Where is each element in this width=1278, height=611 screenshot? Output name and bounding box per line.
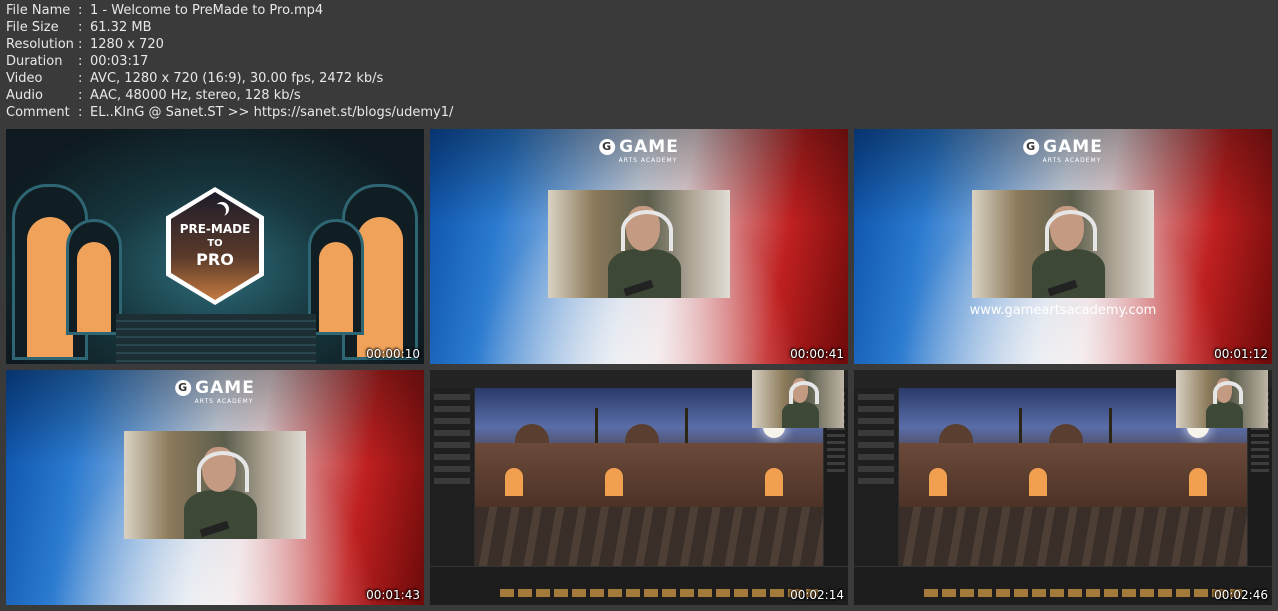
info-row-duration: Duration:00:03:17 <box>6 53 453 70</box>
logo-subtitle: ARTS ACADEMY <box>194 398 254 405</box>
info-value: 1280 x 720 <box>90 37 164 52</box>
game-logo-icon: G <box>1023 139 1040 155</box>
logo-subtitle: ARTS ACADEMY <box>618 157 678 164</box>
info-separator: : <box>78 54 83 69</box>
game-arts-logo: G GAME ARTS ACADEMY <box>175 378 255 405</box>
instructor-figure <box>782 373 820 428</box>
logo-word: GAME <box>619 137 679 157</box>
info-value: AVC, 1280 x 720 (16:9), 30.00 fps, 2472 … <box>90 71 384 86</box>
webcam-feed <box>124 431 306 539</box>
info-separator: : <box>78 3 83 18</box>
game-arts-logo: G GAME ARTS ACADEMY <box>1023 137 1103 164</box>
thumbnail-premade-title[interactable]: PRE-MADE TO PRO 00:00:10 <box>6 129 424 364</box>
logo-line-3: PRO <box>196 250 234 269</box>
info-separator: : <box>78 20 83 35</box>
info-row-resolution: Resolution:1280 x 720 <box>6 36 453 53</box>
webcam-overlay <box>1176 370 1268 428</box>
info-row-comment: Comment: EL..KInG @ Sanet.ST >> https://s… <box>6 104 453 121</box>
webcam-overlay <box>752 370 844 428</box>
website-url: www.gameartsacademy.com <box>969 303 1157 318</box>
info-separator: : <box>78 37 83 52</box>
logo-subtitle: ARTS ACADEMY <box>1042 157 1102 164</box>
crescent-moon-icon <box>212 204 226 218</box>
stairs-decoration <box>116 314 316 364</box>
timestamp: 00:00:10 <box>366 347 420 361</box>
timestamp: 00:02:46 <box>1214 588 1268 602</box>
info-value: AAC, 48000 Hz, stereo, 128 kb/s <box>90 88 301 103</box>
arch-decoration <box>66 219 122 335</box>
info-row-file-size: File Size:61.32 MB <box>6 19 453 36</box>
info-separator: : <box>78 105 83 120</box>
thumbnail-unreal-editor[interactable]: 00:02:46 <box>854 370 1272 605</box>
info-key: Video <box>6 71 43 86</box>
info-separator: : <box>78 71 83 86</box>
game-arts-logo: G GAME ARTS ACADEMY <box>599 137 679 164</box>
arch-decoration <box>308 219 364 335</box>
logo-word: GAME <box>1043 137 1103 157</box>
timestamp: 00:01:43 <box>366 588 420 602</box>
game-logo-icon: G <box>599 139 616 155</box>
info-key: Audio <box>6 88 43 103</box>
info-value: EL..KInG @ Sanet.ST >> https://sanet.st/… <box>90 105 454 120</box>
game-logo-icon: G <box>175 380 192 396</box>
webcam-feed <box>972 190 1154 298</box>
logo-line-1: PRE-MADE <box>179 222 251 236</box>
thumbnail-instructor-cam-website[interactable]: G GAME ARTS ACADEMY www.gameartsacademy.c… <box>854 129 1272 364</box>
thumbnail-instructor-cam[interactable]: G GAME ARTS ACADEMY 00:01:43 <box>6 370 424 605</box>
thumbnail-unreal-editor[interactable]: 00:02:14 <box>430 370 848 605</box>
info-value: 00:03:17 <box>90 54 149 69</box>
editor-left-panel <box>430 388 475 567</box>
info-row-video: Video: AVC, 1280 x 720 (16:9), 30.00 fps,… <box>6 70 453 87</box>
premade-logo: PRE-MADE TO PRO <box>166 187 264 305</box>
info-row-file-name: File Name:1 - Welcome to PreMade to Pro.… <box>6 2 453 19</box>
editor-content-browser <box>854 566 1272 605</box>
timestamp: 00:00:41 <box>790 347 844 361</box>
info-key: File Name <box>6 3 71 18</box>
instructor-figure <box>608 195 681 298</box>
editor-content-browser <box>430 566 848 605</box>
info-row-audio: Audio: AAC, 48000 Hz, stereo, 128 kb/s <box>6 87 453 104</box>
info-key: Resolution <box>6 37 74 52</box>
webcam-feed <box>548 190 730 298</box>
editor-left-panel <box>854 388 899 567</box>
info-value: 61.32 MB <box>90 20 152 35</box>
logo-line-2: TO <box>207 238 223 249</box>
instructor-figure <box>1032 195 1105 298</box>
info-value: 1 - Welcome to PreMade to Pro.mp4 <box>90 3 324 18</box>
info-separator: : <box>78 88 83 103</box>
info-key: Duration <box>6 54 63 69</box>
info-key: File Size <box>6 20 59 35</box>
instructor-figure <box>184 436 257 539</box>
file-info-panel: File Name:1 - Welcome to PreMade to Pro.… <box>6 2 453 121</box>
instructor-figure <box>1206 373 1244 428</box>
logo-word: GAME <box>195 378 255 398</box>
timestamp: 00:01:12 <box>1214 347 1268 361</box>
thumbnail-instructor-cam[interactable]: G GAME ARTS ACADEMY 00:00:41 <box>430 129 848 364</box>
info-key: Comment <box>6 105 70 120</box>
timestamp: 00:02:14 <box>790 588 844 602</box>
